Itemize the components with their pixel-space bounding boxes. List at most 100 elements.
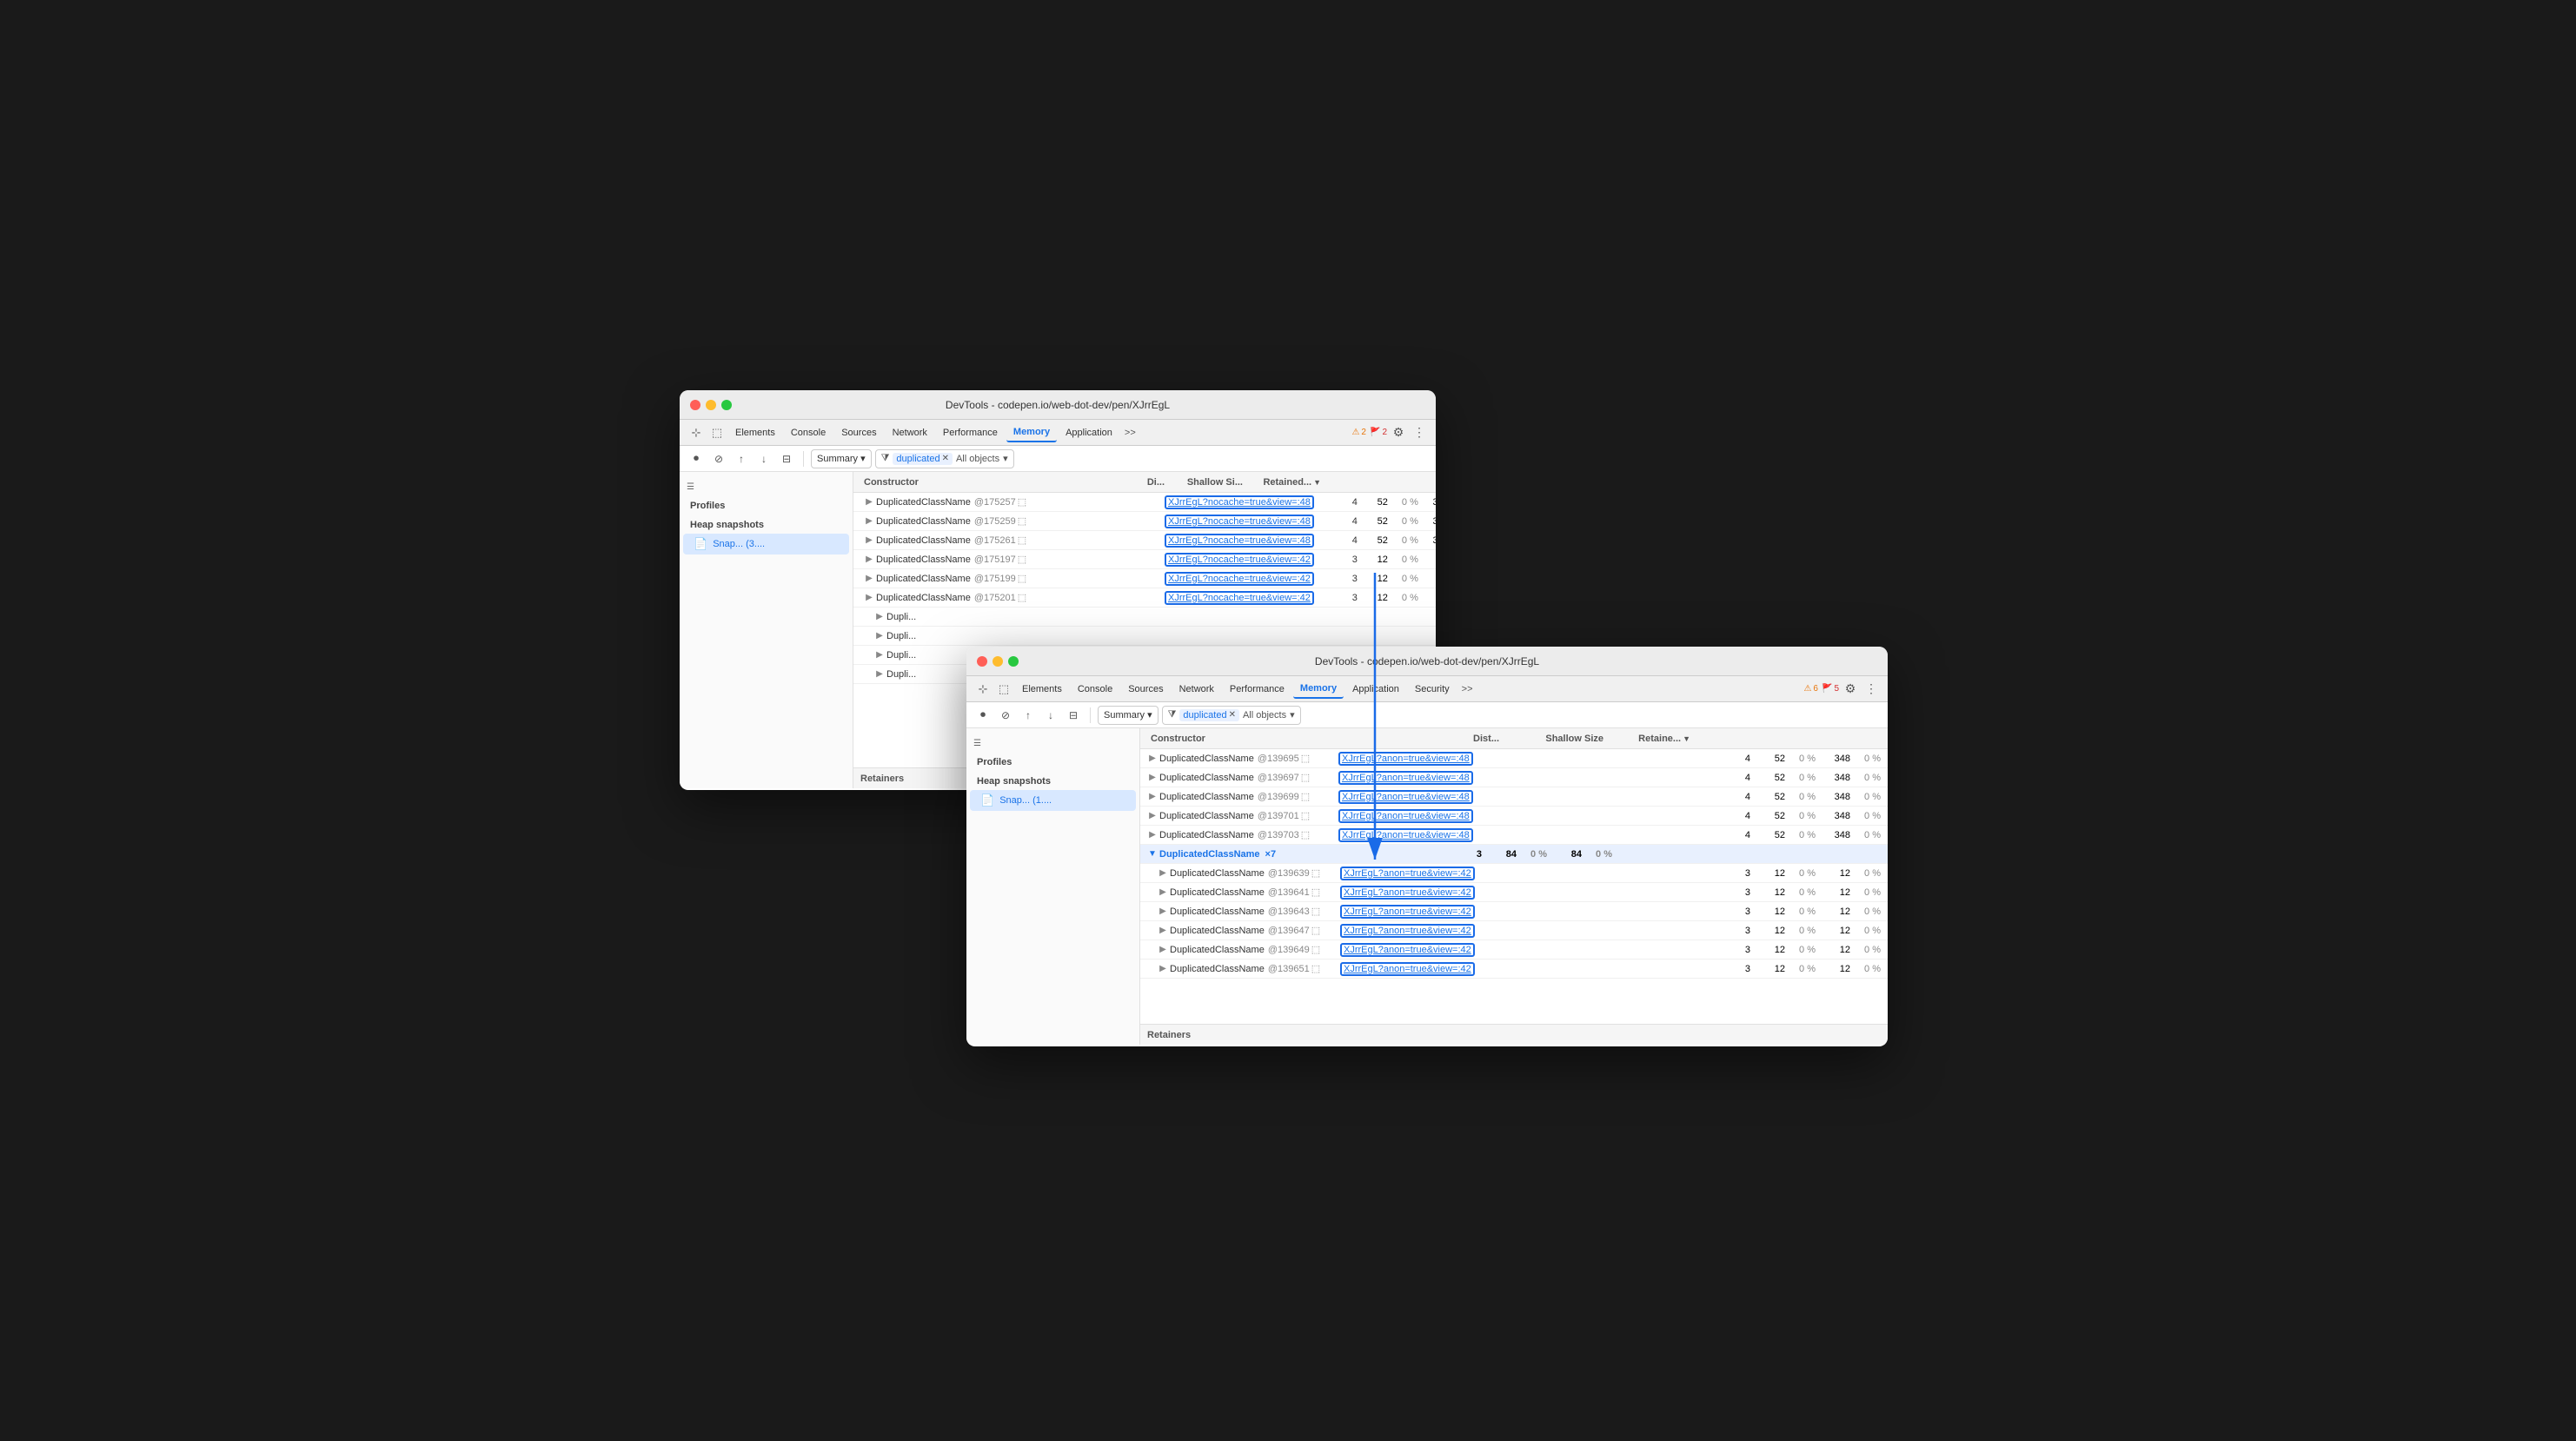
table-row[interactable]: ▶ DuplicatedClassName @139649 ⬚ XJrrEgL?… — [1140, 940, 1888, 960]
cursor-icon-2[interactable]: ⊹ — [973, 680, 993, 699]
col-dist-header-2: Dist... — [1451, 734, 1499, 744]
minimize-button[interactable] — [706, 400, 716, 410]
table-row[interactable]: ▶ DuplicatedClassName @139651 ⬚ XJrrEgL?… — [1140, 960, 1888, 979]
row-link[interactable]: XJrrEgL?nocache=true&view=:48 — [1165, 534, 1314, 548]
clear-btn-1[interactable]: ⊘ — [709, 449, 728, 468]
inspect-icon-2[interactable]: ⬚ — [994, 680, 1013, 699]
minimize-button-2[interactable] — [993, 656, 1003, 667]
table-row[interactable]: ▶ DuplicatedClassName @139699 ⬚ XJrrEgL?… — [1140, 787, 1888, 807]
table-row[interactable]: ▶ Dupli... — [853, 608, 1436, 627]
tab-application-1[interactable]: Application — [1059, 423, 1119, 442]
window-title-2: DevTools - codepen.io/web-dot-dev/pen/XJ… — [1315, 655, 1539, 667]
more-tabs-1[interactable]: >> — [1121, 428, 1139, 438]
tab-network-2[interactable]: Network — [1172, 680, 1221, 699]
settings-sidebar-icon-2: ☰ — [973, 739, 981, 748]
row-link-w2[interactable]: XJrrEgL?anon=true&view=:42 — [1340, 886, 1475, 900]
row-link-w2[interactable]: XJrrEgL?anon=true&view=:48 — [1338, 790, 1473, 804]
menu-icon-1[interactable]: ⋮ — [1410, 423, 1429, 442]
tab-memory-1[interactable]: Memory — [1006, 423, 1057, 442]
maximize-button[interactable] — [721, 400, 732, 410]
tab-console-2[interactable]: Console — [1071, 680, 1119, 699]
table-row[interactable]: ▶ DuplicatedClassName @175197 ⬚ XJrrEgL?… — [853, 550, 1436, 569]
sep-2 — [1090, 707, 1091, 723]
row-link[interactable]: XJrrEgL?nocache=true&view=:48 — [1165, 495, 1314, 509]
close-button[interactable] — [690, 400, 700, 410]
filter-clear-1[interactable]: ✕ — [942, 454, 949, 463]
table-row[interactable]: ▶ DuplicatedClassName @139703 ⬚ XJrrEgL?… — [1140, 826, 1888, 845]
upload-btn-2[interactable]: ↑ — [1019, 706, 1038, 725]
clear-btn-2[interactable]: ⊘ — [996, 706, 1015, 725]
snapshot-item-1[interactable]: 📄 Snap... (3.... — [683, 534, 849, 554]
tab-console-1[interactable]: Console — [784, 423, 833, 442]
alerts-2: ⚠ 6 🚩 5 — [1803, 684, 1839, 694]
row-constructor: ▶ DuplicatedClassName @175197 ⬚ — [860, 554, 1121, 565]
download-btn-2[interactable]: ↓ — [1041, 706, 1060, 725]
table-row[interactable]: ▶ DuplicatedClassName @139641 ⬚ XJrrEgL?… — [1140, 883, 1888, 902]
table-row[interactable]: ▶ DuplicatedClassName @139639 ⬚ XJrrEgL?… — [1140, 864, 1888, 883]
col-constructor-header-1: Constructor — [860, 477, 1121, 488]
more-tabs-2[interactable]: >> — [1458, 684, 1477, 694]
tab-sources-1[interactable]: Sources — [834, 423, 883, 442]
summary-dropdown-2[interactable]: Summary ▾ — [1098, 706, 1159, 725]
table-row[interactable]: ▶ DuplicatedClassName @175259 ⬚ XJrrEgL?… — [853, 512, 1436, 531]
row-constructor: ▶ DuplicatedClassName @175259 ⬚ — [860, 515, 1121, 527]
row-link-w2[interactable]: XJrrEgL?anon=true&view=:48 — [1338, 752, 1473, 766]
tab-sources-2[interactable]: Sources — [1121, 680, 1170, 699]
table-row[interactable]: ▶ Dupli... — [853, 627, 1436, 646]
upload-btn-1[interactable]: ↑ — [732, 449, 751, 468]
menu-icon-2[interactable]: ⋮ — [1862, 680, 1881, 699]
filter-clear-2[interactable]: ✕ — [1229, 710, 1236, 720]
table-row[interactable]: ▶ DuplicatedClassName @139647 ⬚ XJrrEgL?… — [1140, 921, 1888, 940]
table-row[interactable]: ▶ DuplicatedClassName @175261 ⬚ XJrrEgL?… — [853, 531, 1436, 550]
row-link-w2[interactable]: XJrrEgL?anon=true&view=:42 — [1340, 962, 1475, 976]
row-link-w2[interactable]: XJrrEgL?anon=true&view=:42 — [1340, 867, 1475, 880]
cursor-icon[interactable]: ⊹ — [687, 423, 706, 442]
tab-performance-2[interactable]: Performance — [1223, 680, 1291, 699]
settings-icon-2[interactable]: ⚙ — [1841, 680, 1860, 699]
table-row[interactable]: ▶ DuplicatedClassName @139701 ⬚ XJrrEgL?… — [1140, 807, 1888, 826]
sidebar-section-header-1: ☰ — [680, 479, 853, 495]
tab-security-2[interactable]: Security — [1408, 680, 1457, 699]
expand-icon[interactable]: ▶ — [864, 497, 874, 508]
row-link-w2[interactable]: XJrrEgL?anon=true&view=:42 — [1340, 943, 1475, 957]
row-link[interactable]: XJrrEgL?nocache=true&view=:42 — [1165, 572, 1314, 586]
table-row[interactable]: ▶ DuplicatedClassName @175199 ⬚ XJrrEgL?… — [853, 569, 1436, 588]
table-row[interactable]: ▶ DuplicatedClassName @139695 ⬚ XJrrEgL?… — [1140, 749, 1888, 768]
table-row[interactable]: ▶ DuplicatedClassName @175201 ⬚ XJrrEgL?… — [853, 588, 1436, 608]
tab-application-2[interactable]: Application — [1345, 680, 1406, 699]
download-btn-1[interactable]: ↓ — [754, 449, 773, 468]
table-row[interactable]: ▶ DuplicatedClassName @139643 ⬚ XJrrEgL?… — [1140, 902, 1888, 921]
stats-btn-1[interactable]: ⊟ — [777, 449, 796, 468]
tab-performance-1[interactable]: Performance — [936, 423, 1005, 442]
main-content-2: Constructor Dist... Shallow Size Retaine… — [1140, 728, 1888, 1045]
error-badge-2: 🚩 5 — [1822, 684, 1839, 694]
tab-network-1[interactable]: Network — [886, 423, 934, 442]
tab-elements-2[interactable]: Elements — [1015, 680, 1069, 699]
settings-icon-1[interactable]: ⚙ — [1389, 423, 1408, 442]
row-link[interactable]: XJrrEgL?nocache=true&view=:48 — [1165, 515, 1314, 528]
maximize-button-2[interactable] — [1008, 656, 1019, 667]
row-link-w2[interactable]: XJrrEgL?anon=true&view=:42 — [1340, 924, 1475, 938]
row-link-w2[interactable]: XJrrEgL?anon=true&view=:42 — [1340, 905, 1475, 919]
tab-elements-1[interactable]: Elements — [728, 423, 782, 442]
table-row[interactable]: ▶ DuplicatedClassName @175257 ⬚ XJrrEgL?… — [853, 493, 1436, 512]
summary-dropdown-1[interactable]: Summary ▾ — [811, 449, 872, 468]
row-link-w2[interactable]: XJrrEgL?anon=true&view=:48 — [1338, 771, 1473, 785]
row-link[interactable]: XJrrEgL?nocache=true&view=:42 — [1165, 591, 1314, 605]
inspect-icon[interactable]: ⬚ — [707, 423, 727, 442]
close-button-2[interactable] — [977, 656, 987, 667]
tabbar-1: ⊹ ⬚ Elements Console Sources Network Per… — [680, 420, 1436, 446]
profiles-title-2: Profiles — [966, 752, 1139, 771]
tab-memory-2[interactable]: Memory — [1293, 680, 1344, 699]
table-row[interactable]: ▶ DuplicatedClassName @139697 ⬚ XJrrEgL?… — [1140, 768, 1888, 787]
record-btn-1[interactable]: ⏺ — [687, 449, 706, 468]
row-link[interactable]: XJrrEgL?nocache=true&view=:42 — [1165, 553, 1314, 567]
summary-label-2: Summary — [1104, 710, 1145, 720]
snapshot-item-2[interactable]: 📄 Snap... (1.... — [970, 790, 1136, 811]
row-link-w2[interactable]: XJrrEgL?anon=true&view=:48 — [1338, 809, 1473, 823]
record-btn-2[interactable]: ⏺ — [973, 706, 993, 725]
group-row[interactable]: ▼ DuplicatedClassName ×7 3 84 0 % 84 0 % — [1140, 845, 1888, 864]
stats-btn-2[interactable]: ⊟ — [1064, 706, 1083, 725]
row-link-w2[interactable]: XJrrEgL?anon=true&view=:48 — [1338, 828, 1473, 842]
devtools-window-2: DevTools - codepen.io/web-dot-dev/pen/XJ… — [966, 647, 1888, 1046]
